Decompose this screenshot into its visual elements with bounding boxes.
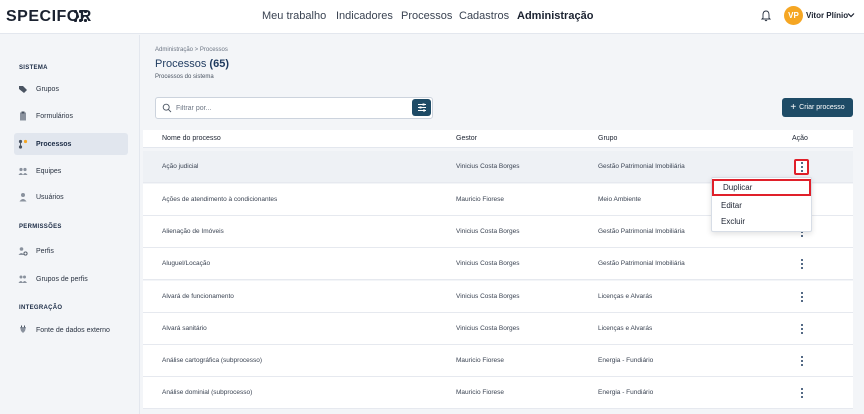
process-count: (65)	[209, 58, 229, 70]
table-row[interactable]: Alvará de funcionamento Vinicius Costa B…	[143, 281, 853, 313]
plus-icon: +	[790, 101, 797, 113]
sliders-icon	[417, 103, 426, 112]
row-actions-kebab-icon[interactable]	[794, 353, 809, 369]
search-box	[155, 97, 433, 119]
table-row[interactable]: Aluguel/Locação Vinicius Costa Borges Ge…	[143, 248, 853, 280]
page-title-text: Processos	[155, 58, 207, 70]
sidebar-section-integracao: INTEGRAÇÃO	[19, 305, 63, 311]
sidebar-item-label: Processos	[36, 140, 72, 148]
sidebar-item-equipes[interactable]: Equipes	[14, 160, 128, 182]
row-actions-kebab-icon[interactable]	[794, 385, 809, 401]
filter-button[interactable]	[412, 99, 431, 116]
nav-meu-trabalho[interactable]: Meu trabalho	[262, 10, 326, 22]
sidebar-item-label: Fonte de dados externo	[36, 326, 110, 334]
cell-gestor: Mauricio Fiorese	[456, 389, 505, 396]
page-subtitle: Processos do sistema	[155, 74, 214, 80]
create-process-button[interactable]: + Criar processo	[782, 98, 853, 117]
cell-nome: Ações de atendimento à condicionantes	[162, 196, 278, 203]
nav-indicadores[interactable]: Indicadores	[336, 10, 393, 22]
row-actions-kebab-icon[interactable]	[794, 321, 809, 337]
cell-gestor: Vinicius Costa Borges	[456, 260, 520, 267]
row-actions-menu: Duplicar Editar Excluir	[711, 177, 812, 232]
chevron-down-icon[interactable]	[847, 11, 855, 19]
cell-gestor: Mauricio Fiorese	[456, 196, 505, 203]
page-title: Processos (65)	[155, 58, 229, 70]
breadcrumb[interactable]: Administração > Processos	[155, 47, 228, 53]
cell-grupo: Energia - Fundiário	[598, 357, 654, 364]
profile-group-icon	[18, 275, 27, 283]
cell-gestor: Vinicius Costa Borges	[456, 228, 520, 235]
logo-mark-icon	[74, 10, 88, 22]
profile-gear-icon	[18, 247, 28, 256]
sidebar-item-perfis[interactable]: Perfis	[14, 240, 128, 262]
cell-grupo: Meio Ambiente	[598, 196, 641, 203]
cell-nome: Alienação de Imóveis	[162, 228, 224, 235]
menu-item-editar[interactable]: Editar	[712, 197, 811, 214]
row-actions-kebab-icon[interactable]	[794, 289, 809, 305]
sidebar: SISTEMA Grupos Formulários Processos Equ…	[0, 35, 140, 414]
cell-grupo: Gestão Patrimonial Imobiliária	[598, 163, 685, 170]
cell-gestor: Vinicius Costa Borges	[456, 293, 520, 300]
sidebar-item-label: Grupos de perfis	[36, 275, 88, 283]
column-header-grupo[interactable]: Grupo	[598, 135, 617, 142]
nav-cadastros[interactable]: Cadastros	[459, 10, 509, 22]
menu-item-duplicar[interactable]: Duplicar	[712, 179, 811, 196]
column-header-gestor[interactable]: Gestor	[456, 135, 477, 142]
cell-nome: Aluguel/Locação	[162, 260, 211, 267]
table-header: Nome do processo Gestor Grupo Ação	[143, 130, 853, 148]
user-avatar[interactable]: VP	[784, 6, 803, 25]
cell-grupo: Energia - Fundiário	[598, 389, 654, 396]
nav-processos[interactable]: Processos	[401, 10, 452, 22]
create-process-label: Criar processo	[799, 104, 845, 111]
sidebar-item-label: Grupos	[36, 85, 59, 93]
sidebar-item-label: Formulários	[36, 112, 73, 120]
row-actions-kebab-icon[interactable]	[794, 159, 809, 175]
user-icon	[19, 193, 27, 202]
sidebar-item-label: Usuários	[36, 193, 64, 201]
sidebar-item-fonte-de-dados-externo[interactable]: Fonte de dados externo	[14, 319, 128, 341]
search-icon	[162, 103, 172, 113]
table-row[interactable]: Alvará sanitário Vinicius Costa Borges L…	[143, 313, 853, 345]
user-name[interactable]: Vitor Plínio	[806, 11, 848, 20]
sidebar-item-label: Perfis	[36, 247, 54, 255]
cell-gestor: Vinicius Costa Borges	[456, 325, 520, 332]
sidebar-item-formularios[interactable]: Formulários	[14, 105, 128, 127]
clipboard-icon	[20, 111, 26, 121]
cell-nome: Análise cartográfica (subprocesso)	[162, 357, 263, 364]
table-row[interactable]: Análise dominial (subprocesso) Mauricio …	[143, 377, 853, 409]
sidebar-item-processos[interactable]: Processos	[14, 133, 128, 155]
sidebar-item-label: Equipes	[36, 167, 62, 175]
cell-nome: Ação judicial	[162, 163, 199, 170]
notification-bell-icon[interactable]	[761, 10, 771, 22]
sidebar-section-sistema: SISTEMA	[19, 65, 48, 71]
cell-gestor: Mauricio Fiorese	[456, 357, 505, 364]
menu-item-excluir[interactable]: Excluir	[712, 213, 811, 230]
flow-icon	[18, 139, 28, 149]
cell-grupo: Licenças e Alvarás	[598, 293, 653, 300]
search-input[interactable]	[176, 101, 396, 115]
sidebar-section-permissoes: PERMISSÕES	[19, 224, 62, 230]
cell-gestor: Vinicius Costa Borges	[456, 163, 520, 170]
cell-grupo: Gestão Patrimonial Imobiliária	[598, 228, 685, 235]
cell-nome: Análise dominial (subprocesso)	[162, 389, 253, 396]
cell-nome: Alvará de funcionamento	[162, 293, 234, 300]
nav-administracao[interactable]: Administração	[517, 10, 593, 22]
top-bar: SPECIFOR Meu trabalho Indicadores Proces…	[0, 0, 864, 34]
team-icon	[18, 167, 28, 175]
sidebar-item-usuarios[interactable]: Usuários	[14, 186, 128, 208]
sidebar-item-grupos[interactable]: Grupos	[14, 78, 128, 100]
table-row[interactable]: Análise cartográfica (subprocesso) Mauri…	[143, 345, 853, 377]
sidebar-item-grupos-de-perfis[interactable]: Grupos de perfis	[14, 268, 128, 290]
column-header-acao: Ação	[792, 135, 808, 142]
row-actions-kebab-icon[interactable]	[794, 256, 809, 272]
cell-grupo: Licenças e Alvarás	[598, 325, 653, 332]
cell-nome: Alvará sanitário	[162, 325, 207, 332]
plug-icon	[20, 325, 26, 333]
column-header-nome[interactable]: Nome do processo	[162, 135, 221, 142]
tag-icon	[19, 86, 27, 93]
cell-grupo: Gestão Patrimonial Imobiliária	[598, 260, 685, 267]
